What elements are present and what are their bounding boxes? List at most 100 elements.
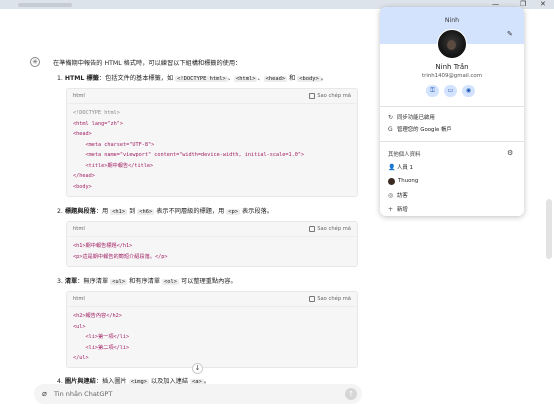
code-block-header: html Sao chép mã	[67, 292, 357, 307]
inline-code: <html>	[234, 76, 258, 82]
item-title: 標題與段落	[64, 208, 96, 215]
code-line: <li>第一項</li>	[73, 334, 130, 340]
person-icon: 👤	[388, 163, 396, 171]
copy-code-button[interactable]: Sao chép mã	[309, 296, 351, 302]
guest-icon: ◎	[388, 191, 394, 199]
sync-icon: ↻	[388, 113, 394, 121]
code-line: <title>期中報告</title>	[73, 162, 154, 169]
avatar	[388, 177, 395, 185]
item-title: 清單	[64, 278, 78, 285]
profile-item-label: 人員 1	[397, 165, 413, 171]
divider	[380, 106, 524, 107]
chatgpt-logo-icon: ✳	[30, 57, 40, 67]
code-line: <head>	[73, 131, 92, 137]
send-button[interactable]: ↑	[345, 388, 357, 400]
code-line: <h1>期中報告標題</h1>	[73, 243, 133, 249]
browser-tab-strip[interactable]	[18, 3, 72, 7]
copy-code-button[interactable]: Sao chép mã	[309, 93, 351, 99]
profile-item-label: 新增	[397, 207, 408, 213]
menu-item-label: 同步功能已啟用	[397, 115, 435, 121]
assistant-intro-text: 在準備期中報告的 HTML 格式時，可以練習以下組構和標籤的使用：	[53, 60, 242, 67]
item-desc: ：包括文件的基本標籤，如	[98, 75, 174, 82]
gear-icon[interactable]: ⚙	[507, 149, 513, 157]
message-input[interactable]	[54, 387, 334, 401]
profile-email: trinh1409@gmail.com	[422, 73, 482, 79]
copy-label: Sao chép mã	[317, 296, 351, 302]
code-line: <meta name="viewport" content="width=dev…	[73, 152, 305, 158]
message-composer: ⌀ ↑	[34, 384, 362, 404]
location-pin-icon[interactable]: ◉	[462, 85, 475, 97]
code-lang-label: html	[73, 226, 85, 232]
scroll-down-button[interactable]: ↓	[192, 363, 203, 374]
menu-item-sync[interactable]: ↻ 同步功能已啟用	[380, 111, 524, 123]
code-line: <body>	[73, 183, 92, 190]
inline-code: <head>	[263, 76, 288, 82]
code-line: <p>這是期中報告的簡短介紹段落。</p>	[73, 253, 168, 260]
item-number: 3.	[57, 278, 63, 285]
profile-item-add[interactable]: + 新增	[380, 203, 524, 215]
profile-item-guest[interactable]: ◎ 訪客	[380, 189, 524, 201]
item-text: 到	[127, 208, 138, 215]
copy-icon	[309, 296, 316, 302]
code-body: <!DOCTYPE html> <html lang="zh"> <head> <m…	[67, 104, 357, 196]
inline-code: <body>	[297, 76, 321, 82]
list-item: 3. 清單：無序清單 <ul> 和有序清單 <ol> 可以整理重點內容。	[57, 276, 237, 285]
code-line: <html lang="zh">	[73, 120, 123, 127]
code-lang-label: html	[73, 93, 85, 99]
profile-menu: Ninh ✎ Ninh Trần trinh1409@gmail.com ⚿ ▭…	[380, 7, 524, 216]
profile-name: Ninh Trần	[435, 63, 469, 71]
profile-item-thuong[interactable]: Thuong	[380, 175, 524, 187]
scrollbar-thumb[interactable]	[546, 199, 552, 259]
quick-actions: ⚿ ▭ ◉	[426, 85, 475, 97]
separator: 和	[287, 75, 298, 82]
menu-item-manage-account[interactable]: G 管理您的 Google 帳戶	[380, 123, 524, 135]
other-profiles-heading: 其他個人資料	[388, 152, 421, 158]
profile-item-label: 訪客	[397, 193, 408, 199]
code-line: </ul>	[73, 355, 89, 361]
inline-code: <ul>	[110, 279, 128, 285]
arrow-up-icon: ↑	[348, 390, 354, 398]
list-item: 2. 標題與段落：用 <h1> 到 <h6> 表示不同層級的標題，用 <p> 表…	[57, 206, 273, 215]
inline-code: <p>	[226, 209, 240, 215]
code-line: <li>第二項</li>	[73, 344, 130, 351]
profile-header-name: Ninh	[444, 17, 460, 24]
avatar[interactable]	[437, 29, 467, 59]
item-text: 和有序清單	[127, 278, 163, 285]
item-text: ：用	[95, 208, 111, 215]
code-lang-label: html	[73, 296, 85, 302]
item-number: 1.	[57, 75, 63, 82]
copy-icon	[309, 93, 316, 99]
item-text: 可以整理重點內容。	[179, 278, 237, 285]
inline-code: <h6>	[137, 209, 155, 215]
copy-label: Sao chép mã	[317, 93, 351, 99]
item-number: 2.	[57, 208, 63, 215]
item-text: 表示段落。	[240, 208, 273, 215]
list-item: 1. HTML 標籤：包括文件的基本標籤，如 <!DOCTYPE html>、 <…	[57, 73, 327, 82]
code-body: <h1>期中報告標題</h1> <p>這是期中報告的簡短介紹段落。</p>	[67, 237, 357, 266]
copy-code-button[interactable]: Sao chép mã	[309, 226, 351, 232]
payment-card-icon[interactable]: ▭	[444, 85, 457, 97]
code-block-2: html Sao chép mã <h1>期中報告標題</h1> <p>這是期中報…	[66, 221, 358, 267]
code-block-header: html Sao chép mã	[67, 222, 357, 237]
code-line: <ul>	[73, 323, 86, 330]
inline-code: <h1>	[110, 209, 128, 215]
separator: 。	[320, 75, 327, 82]
code-block-1: html Sao chép mã <!DOCTYPE html> <html la…	[66, 88, 358, 197]
code-block-header: html Sao chép mã	[67, 89, 357, 104]
inline-code: <ol>	[162, 279, 179, 285]
divider	[380, 141, 524, 142]
close-icon[interactable]: ✕	[540, 0, 546, 9]
google-icon: G	[388, 125, 393, 133]
pencil-icon[interactable]: ✎	[507, 30, 513, 38]
copy-label: Sao chép mã	[317, 226, 351, 232]
password-key-icon[interactable]: ⚿	[426, 85, 439, 97]
code-block-3: html Sao chép mã <h2>報告內容</h2> <ul> <li>第…	[66, 291, 358, 368]
plus-icon: +	[388, 205, 394, 213]
code-line: <!DOCTYPE html>	[73, 110, 120, 116]
item-text: ：無序清單	[77, 278, 111, 285]
profile-item-person1[interactable]: 👤 人員 1	[380, 161, 524, 173]
copy-icon	[309, 226, 316, 232]
paperclip-icon[interactable]: ⌀	[42, 389, 47, 399]
item-text: 表示不同層級的標題，用	[154, 208, 227, 215]
menu-item-label: 管理您的 Google 帳戶	[397, 127, 452, 133]
